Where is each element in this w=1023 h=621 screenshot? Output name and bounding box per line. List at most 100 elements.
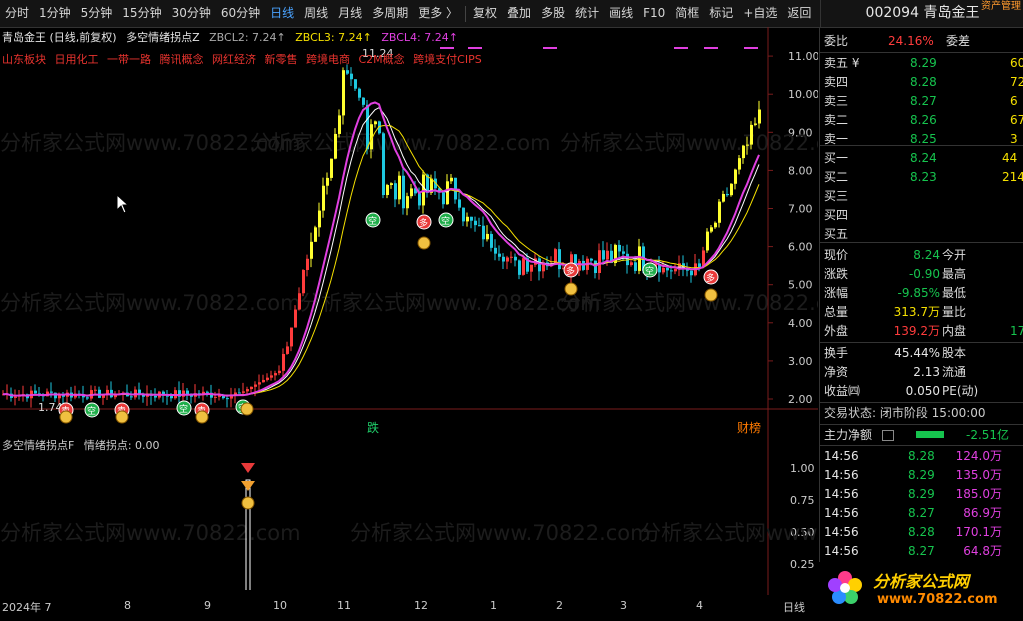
mark-button[interactable]: 标记: [704, 0, 738, 27]
candle-body: [418, 193, 421, 206]
candle-body: [278, 370, 281, 374]
concept-tag[interactable]: 一带一路: [107, 53, 151, 66]
concept-tag[interactable]: 日用化工: [55, 53, 99, 66]
candle-body: [758, 109, 761, 124]
detail-icon[interactable]: [882, 430, 894, 441]
date-label: 12: [414, 599, 428, 612]
candle-body: [718, 201, 721, 223]
ask-price: 8.29: [910, 56, 937, 70]
concept-tag[interactable]: 网红经济: [212, 53, 256, 66]
candle-body: [722, 193, 725, 202]
watermark-text: 分析家公式网www.70822.com: [0, 521, 301, 545]
tick-time: 14:56: [824, 544, 859, 558]
candle-body: [34, 390, 37, 394]
candle-body: [382, 133, 385, 196]
tab-monthly[interactable]: 月线: [333, 0, 367, 27]
more-menu[interactable]: 更多 〉: [413, 0, 463, 27]
ask-row[interactable]: 卖三 8.27 6: [824, 92, 1020, 110]
tab-5min[interactable]: 5分钟: [76, 0, 118, 27]
tick-time: 14:56: [824, 525, 859, 539]
signal-marker-text: 空: [87, 405, 96, 417]
candle-body: [314, 227, 317, 242]
signal-marker-text: 空: [179, 403, 188, 415]
bid-row[interactable]: 买二 8.23 214: [824, 168, 1023, 186]
watermark-text: 分析家公式网www.70822.com: [300, 291, 601, 315]
watermark-text: 分析家公式网www.70822.com: [0, 291, 301, 315]
date-label: 4: [696, 599, 703, 612]
kline-chart-svg[interactable]: 11.0010.009.008.007.006.005.004.003.002.…: [0, 27, 818, 618]
sub-indicator-name[interactable]: 多空情绪拐点F: [2, 439, 74, 452]
ask-row[interactable]: 卖四 8.28 72: [824, 73, 1023, 91]
tick-price: 8.29: [908, 487, 935, 501]
price-tick-label: 4.00: [788, 317, 813, 330]
price-tick-label: 2.00: [788, 393, 813, 406]
stats-button[interactable]: 统计: [570, 0, 604, 27]
f10-button[interactable]: F10: [638, 0, 670, 27]
candle-body: [490, 233, 493, 248]
tab-60min[interactable]: 60分钟: [216, 0, 265, 27]
tab-weekly[interactable]: 周线: [299, 0, 333, 27]
ask-price: 8.26: [910, 113, 937, 127]
site-logo: 分析家公式网 www.70822.com: [819, 562, 1023, 618]
ask-price: 8.27: [910, 94, 937, 108]
concept-tag[interactable]: 跨境支付CIPS: [413, 53, 482, 66]
candle-body: [206, 391, 209, 393]
tab-15min[interactable]: 15分钟: [117, 0, 166, 27]
tab-30min[interactable]: 30分钟: [167, 0, 216, 27]
money-bag-icon: [704, 288, 718, 302]
tab-1min[interactable]: 1分钟: [34, 0, 76, 27]
candle-body: [746, 144, 749, 146]
candle-body: [666, 267, 669, 271]
date-label: 3: [620, 599, 627, 612]
candle-body: [322, 185, 325, 211]
bid-row[interactable]: 买五: [824, 225, 1020, 243]
signal-marker-text: 多: [566, 265, 575, 277]
tick-volume: 170.1万: [955, 525, 1002, 539]
concept-tag[interactable]: 跨境电商: [306, 53, 350, 66]
adjust-button[interactable]: 复权: [468, 0, 502, 27]
stat-row: 总量 313.7万 量比: [824, 303, 1020, 321]
candle-body: [622, 251, 625, 254]
concept-tag[interactable]: 新零售: [265, 53, 298, 66]
sub-tick-label: 0.25: [790, 558, 815, 571]
concept-tag[interactable]: 山东板块: [2, 53, 46, 66]
ask-row[interactable]: 卖五 ¥ 8.29 60: [824, 54, 1023, 72]
candle-body: [750, 124, 753, 145]
asset-management-link[interactable]: 资产管理: [981, 0, 1021, 12]
simple-frame-button[interactable]: 简框: [670, 0, 704, 27]
tick-row: 14:56 8.28 170.1万: [824, 523, 1020, 541]
indicator-name[interactable]: 多空情绪拐点Z: [126, 31, 200, 44]
fund-label: 净资: [824, 365, 849, 379]
stat-row: 涨幅 -9.85% 最低: [824, 284, 1020, 302]
kline-chart-area[interactable]: 11.00 10.00 9.00 8.00 7.00 6.00 5.00 4.00 3.00 2.…: [0, 27, 818, 618]
signal-marker-text: 多: [419, 217, 428, 229]
top-tick-marker: [704, 47, 718, 49]
fund-row: 换手 45.44% 股本: [824, 344, 1020, 362]
tick-volume: 135.0万: [955, 468, 1002, 482]
diamond-icon: [241, 481, 255, 491]
divider: [465, 5, 467, 22]
bid-row[interactable]: 买一 8.24 44: [824, 149, 1020, 167]
candle-body: [170, 395, 173, 399]
tab-daily[interactable]: 日线: [265, 0, 299, 27]
ask-row[interactable]: 卖二 8.26 67: [824, 111, 1023, 129]
draw-line-button[interactable]: 画线: [604, 0, 638, 27]
candle-body: [518, 260, 521, 275]
bid-row[interactable]: 买三: [824, 187, 1020, 205]
period-label[interactable]: 日线: [783, 599, 805, 615]
back-button[interactable]: 返回: [782, 0, 816, 27]
multi-stock-button[interactable]: 多股: [536, 0, 570, 27]
add-watchlist-button[interactable]: +自选: [738, 0, 782, 27]
candle-body: [502, 256, 505, 262]
tick-price: 8.29: [908, 468, 935, 482]
tab-multi-period[interactable]: 多周期: [367, 0, 413, 27]
candle-body: [238, 392, 241, 394]
bid-row[interactable]: 买四: [824, 206, 1020, 224]
concept-tag[interactable]: 腾讯概念: [160, 53, 204, 66]
overlay-button[interactable]: 叠加: [502, 0, 536, 27]
tab-fenshi[interactable]: 分时: [0, 0, 34, 27]
concept-tag[interactable]: C2M概念: [359, 53, 405, 66]
candle-body: [538, 258, 541, 272]
divider: [820, 242, 1023, 243]
tick-volume: 86.9万: [963, 506, 1002, 520]
